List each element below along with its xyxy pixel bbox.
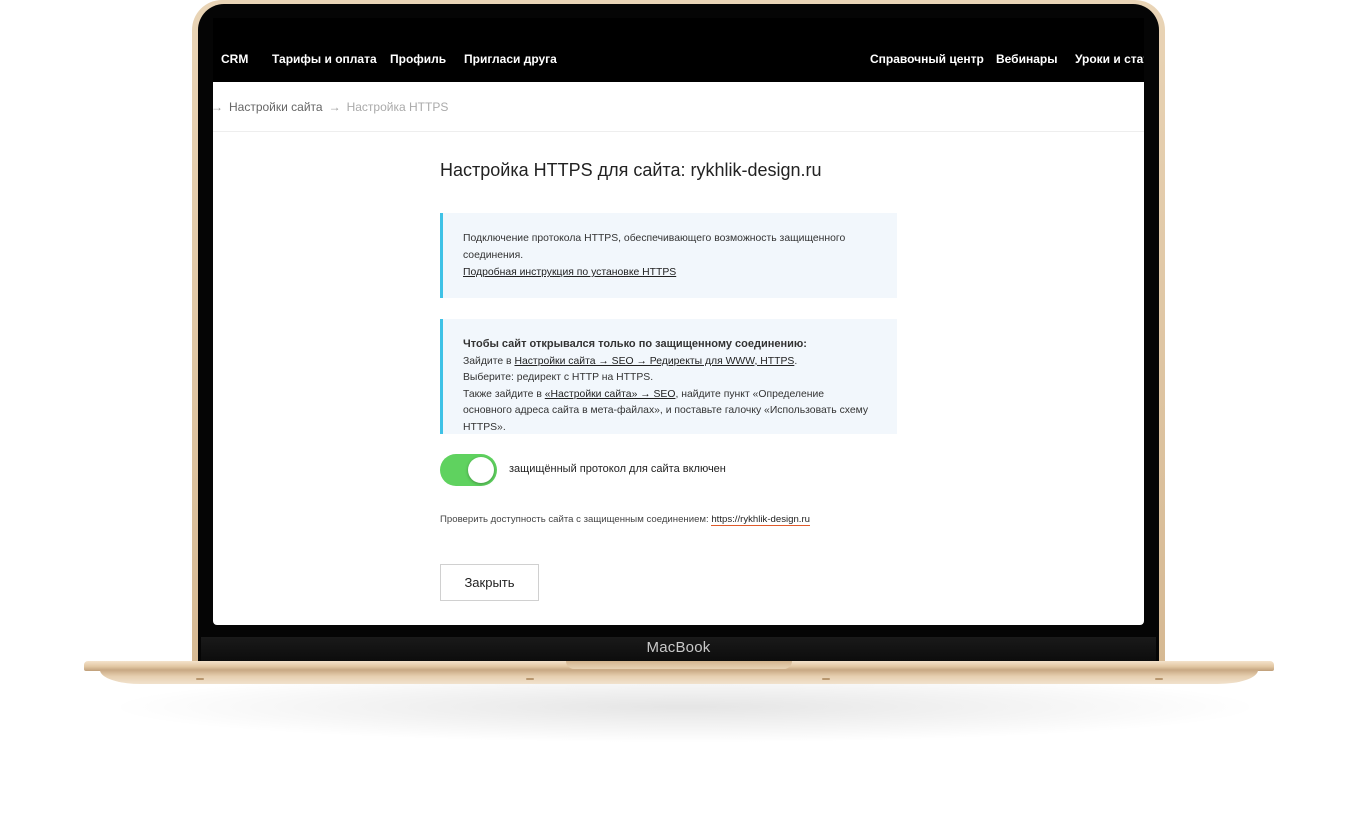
- breadcrumb-link-site-settings[interactable]: Настройки сайта: [229, 100, 323, 114]
- check-availability: Проверить доступность сайта с защищенным…: [440, 514, 810, 526]
- breadcrumb: → Настройки сайта → Настройка HTTPS: [213, 100, 448, 114]
- info-box-https: Подключение протокола HTTPS, обеспечиваю…: [440, 213, 897, 298]
- instruction-link[interactable]: Подробная инструкция по установке HTTPS: [463, 267, 676, 278]
- instruction-line-1: Зайдите в Настройки сайта → SEO → Редире…: [463, 354, 873, 371]
- nav-item-crm[interactable]: CRM: [221, 52, 248, 66]
- toggle-knob: [468, 457, 494, 483]
- text: .: [794, 355, 798, 367]
- instruction-line-3: Также зайдите в «Настройки сайта» → SEO,…: [463, 387, 873, 437]
- text: Также зайдите в: [463, 388, 545, 400]
- laptop-foot: [822, 678, 830, 680]
- laptop-foot: [1155, 678, 1163, 680]
- check-text: Проверить доступность сайта с защищенным…: [440, 514, 712, 525]
- nav-item-webinars[interactable]: Вебинары: [996, 52, 1057, 66]
- site-https-link[interactable]: https://rykhlik-design.ru: [711, 514, 810, 526]
- breadcrumb-current: Настройка HTTPS: [346, 100, 449, 114]
- info-box-redirect: Чтобы сайт открывался только по защищенн…: [440, 319, 897, 434]
- laptop-base-bottom: [100, 670, 1258, 684]
- top-navigation: CRM Тарифы и оплата Профиль Пригласи дру…: [213, 18, 1144, 82]
- info-text: Подключение протокола HTTPS, обеспечиваю…: [463, 233, 846, 261]
- laptop-notch: [566, 661, 792, 669]
- text: Зайдите в: [463, 355, 515, 367]
- close-button[interactable]: Закрыть: [440, 564, 539, 601]
- nav-item-lessons[interactable]: Уроки и стат: [1075, 52, 1144, 66]
- device-label: MacBook: [646, 639, 711, 656]
- laptop-foot: [526, 678, 534, 680]
- info-heading: Чтобы сайт открывался только по защищенн…: [463, 338, 807, 350]
- screen: CRM Тарифы и оплата Профиль Пригласи дру…: [213, 18, 1144, 625]
- nav-item-invite[interactable]: Пригласи друга: [464, 52, 557, 66]
- seo-settings-link[interactable]: «Настройки сайта» → SEO: [545, 389, 676, 400]
- instruction-line-2: Выберите: редирект с HTTP на HTTPS.: [463, 372, 654, 384]
- https-toggle[interactable]: [440, 454, 497, 486]
- seo-redirect-link[interactable]: Настройки сайта → SEO → Редиректы для WW…: [514, 356, 794, 367]
- nav-item-profile[interactable]: Профиль: [390, 52, 446, 66]
- breadcrumb-bar: → Настройки сайта → Настройка HTTPS: [213, 82, 1144, 132]
- laptop-foot: [196, 678, 204, 680]
- page-title: Настройка HTTPS для сайта: rykhlik-desig…: [440, 160, 822, 180]
- breadcrumb-arrow: →: [213, 100, 223, 114]
- https-toggle-label: защищённый протокол для сайта включен: [509, 463, 726, 475]
- nav-item-tariffs[interactable]: Тарифы и оплата: [272, 52, 377, 66]
- nav-item-help-center[interactable]: Справочный центр: [870, 52, 984, 66]
- breadcrumb-arrow: →: [328, 100, 341, 114]
